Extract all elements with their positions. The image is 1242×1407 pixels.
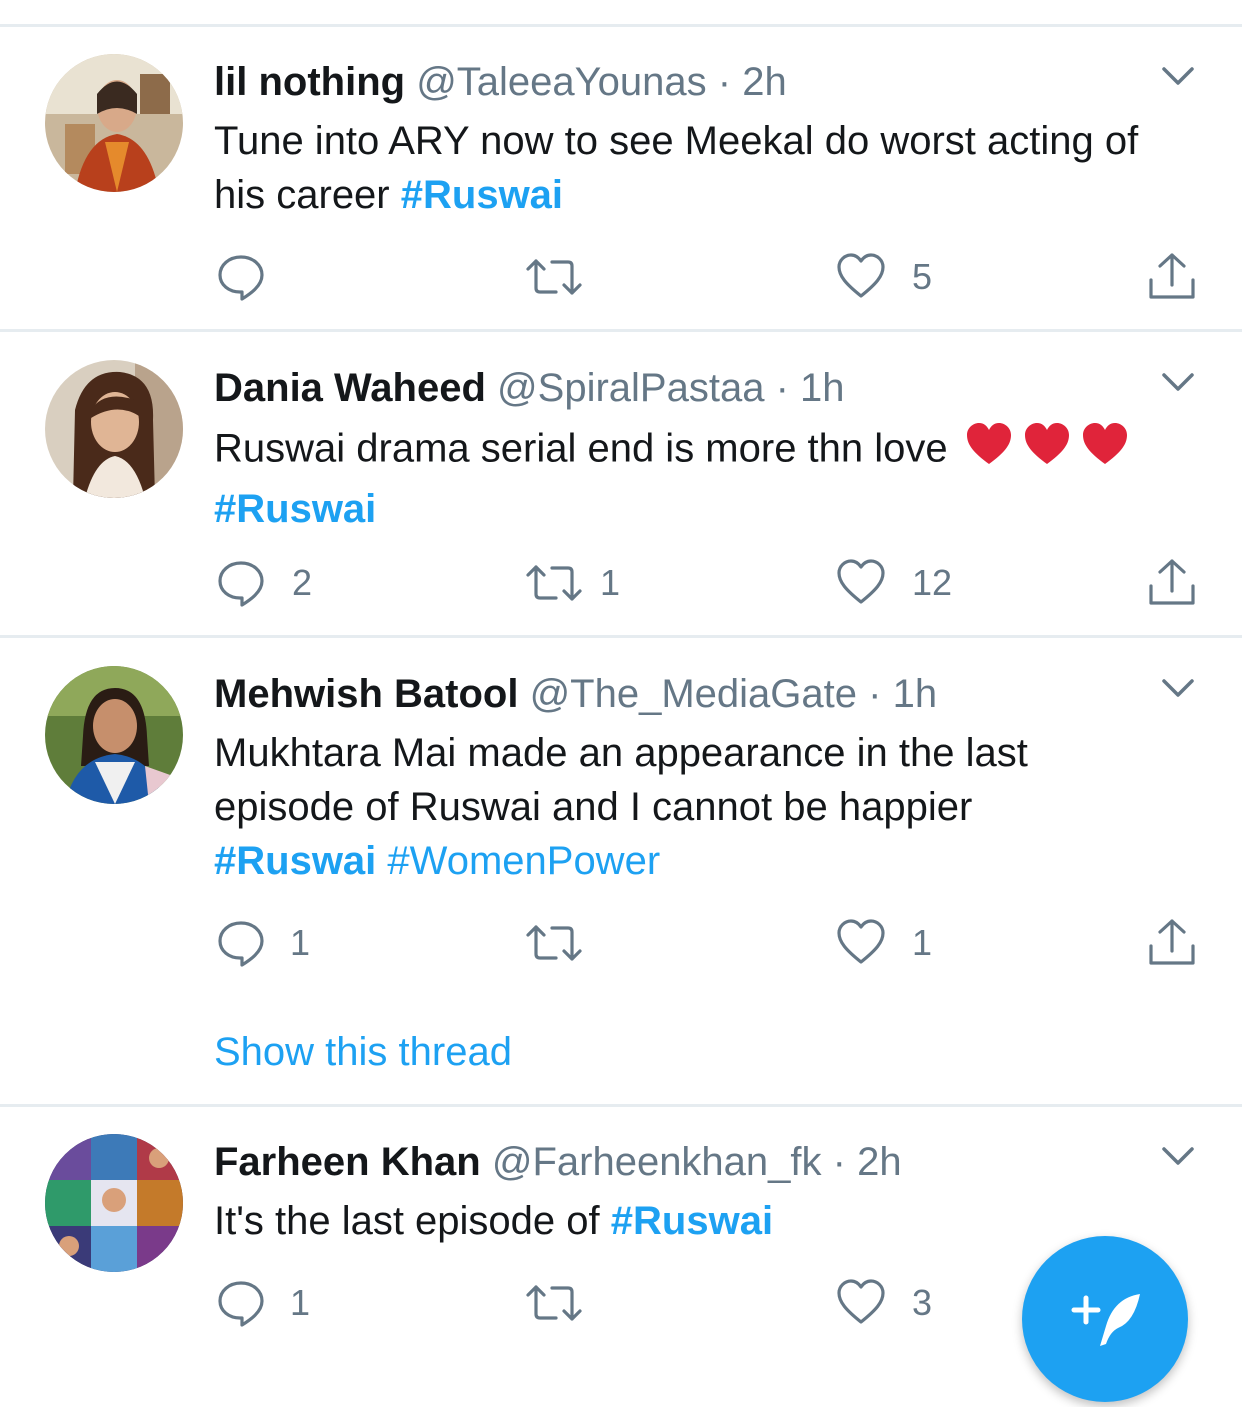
top-divider — [0, 24, 1242, 27]
hashtag-link[interactable]: #Ruswai — [401, 173, 563, 217]
retweet-icon — [526, 925, 582, 961]
retweet-button[interactable] — [524, 252, 584, 302]
tweet-header: Mehwish Batool @The_MediaGate · 1h — [214, 668, 937, 720]
chevron-down-icon[interactable] — [1160, 370, 1196, 394]
share-icon — [1149, 253, 1195, 299]
compose-tweet-button[interactable] — [1022, 1236, 1188, 1402]
retweet-button[interactable] — [524, 1278, 584, 1328]
retweet-button[interactable] — [524, 558, 584, 608]
display-name[interactable]: Dania Waheed — [214, 366, 486, 410]
heart-icon — [837, 253, 885, 298]
reply-icon — [218, 1281, 264, 1327]
share-button[interactable] — [1148, 252, 1196, 302]
share-button[interactable] — [1148, 558, 1196, 608]
separator-dot: · — [717, 60, 732, 104]
timestamp[interactable]: 2h — [857, 1140, 902, 1184]
avatar[interactable] — [45, 666, 183, 804]
separator-dot: · — [868, 672, 882, 716]
retweet-icon — [526, 1285, 582, 1321]
user-handle[interactable]: @Farheenkhan_fk — [492, 1140, 822, 1184]
like-button[interactable] — [836, 918, 886, 968]
retweet-count: 1 — [600, 562, 621, 603]
hashtag-link[interactable]: #Ruswai — [214, 487, 376, 531]
like-count: 3 — [912, 1282, 933, 1323]
avatar[interactable] — [45, 1134, 183, 1272]
reply-button[interactable] — [216, 1278, 266, 1328]
like-count: 5 — [912, 256, 933, 297]
reply-count: 1 — [290, 1282, 311, 1323]
reply-icon — [218, 561, 264, 607]
hashtag-link[interactable]: #Ruswai — [214, 839, 376, 883]
share-icon — [1149, 559, 1195, 605]
display-name[interactable]: Farheen Khan — [214, 1140, 481, 1184]
chevron-down-icon[interactable] — [1160, 676, 1196, 700]
share-button[interactable] — [1148, 918, 1196, 968]
share-icon — [1149, 919, 1195, 965]
display-name[interactable]: Mehwish Batool — [214, 672, 518, 716]
reply-count: 1 — [290, 922, 311, 963]
hashtag-link[interactable]: #WomenPower — [387, 839, 660, 883]
tweet-text: Ruswai drama serial end is more thn love… — [214, 420, 1194, 536]
avatar[interactable] — [45, 54, 183, 192]
reply-icon — [218, 255, 264, 301]
tweet-header: Farheen Khan @Farheenkhan_fk · 2h — [214, 1136, 902, 1188]
display-name[interactable]: lil nothing — [214, 60, 405, 104]
like-button[interactable] — [836, 1278, 886, 1328]
compose-tweet-icon — [1071, 1294, 1140, 1346]
like-count: 12 — [912, 562, 953, 603]
timestamp[interactable]: 2h — [742, 60, 787, 104]
red-heart-emoji-icon — [965, 420, 1129, 482]
timestamp[interactable]: 1h — [893, 672, 938, 716]
reply-button[interactable] — [216, 252, 266, 302]
tweet-text-content: Ruswai drama serial end is more thn love — [214, 426, 948, 471]
retweet-icon — [526, 565, 582, 601]
reply-button[interactable] — [216, 558, 266, 608]
avatar[interactable] — [45, 360, 183, 498]
retweet-button[interactable] — [524, 918, 584, 968]
show-thread-link[interactable]: Show this thread — [214, 1026, 512, 1078]
tweet-divider — [0, 635, 1242, 638]
user-handle[interactable]: @SpiralPastaa — [497, 366, 764, 410]
tweet-text-content: Mukhtara Mai made an appearance in the l… — [214, 731, 1028, 829]
tweet-divider — [0, 1104, 1242, 1107]
tweet-header: lil nothing @TaleeaYounas · 2h — [214, 56, 787, 108]
chevron-down-icon[interactable] — [1160, 64, 1196, 88]
tweet-text: Tune into ARY now to see Meekal do worst… — [214, 114, 1194, 222]
retweet-icon — [526, 259, 582, 295]
tweet-divider — [0, 329, 1242, 332]
reply-count: 2 — [292, 562, 313, 603]
heart-icon — [837, 1279, 885, 1324]
reply-icon — [218, 921, 264, 967]
user-handle[interactable]: @TaleeaYounas — [416, 60, 706, 104]
timestamp[interactable]: 1h — [800, 366, 845, 410]
separator-dot: · — [832, 1140, 846, 1184]
like-count: 1 — [912, 922, 933, 963]
separator-dot: · — [775, 366, 789, 410]
tweet-header: Dania Waheed @SpiralPastaa · 1h — [214, 362, 845, 414]
like-button[interactable] — [836, 558, 886, 608]
reply-button[interactable] — [216, 918, 266, 968]
hashtag-link[interactable]: #Ruswai — [611, 1199, 773, 1243]
chevron-down-icon[interactable] — [1160, 1144, 1196, 1168]
tweet-text-content: Tune into ARY now to see Meekal do worst… — [214, 119, 1139, 217]
tweet-text: Mukhtara Mai made an appearance in the l… — [214, 726, 1114, 888]
heart-icon — [837, 559, 885, 604]
user-handle[interactable]: @The_MediaGate — [530, 672, 857, 716]
like-button[interactable] — [836, 252, 886, 302]
tweet-text-content: It's the last episode of — [214, 1199, 611, 1243]
heart-icon — [837, 919, 885, 964]
